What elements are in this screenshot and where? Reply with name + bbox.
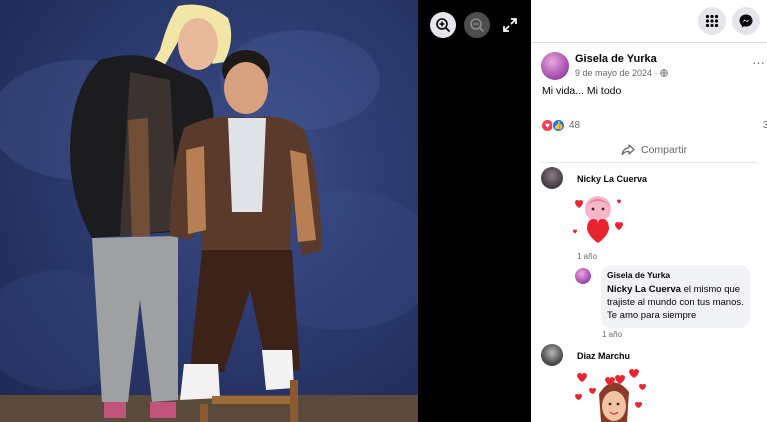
facebook-photo-viewer: Gisela de Yurka 9 de mayo de 2024 · ··· … <box>0 0 767 422</box>
messenger-icon <box>739 14 753 28</box>
actions-divider <box>541 162 757 163</box>
post-photo[interactable] <box>0 0 418 422</box>
action-row: Compartir <box>531 141 767 159</box>
avatar[interactable] <box>541 52 569 80</box>
reactions-bar[interactable]: ♥ 👍 48 3 <box>541 119 767 135</box>
post-date[interactable]: 9 de mayo de 2024 · <box>575 68 668 78</box>
share-label: Compartir <box>641 144 688 156</box>
grid-menu-icon <box>705 14 719 28</box>
zoom-in-button[interactable] <box>430 12 456 38</box>
messenger-button[interactable] <box>732 7 760 35</box>
post-caption: Mi vida... Mi todo <box>542 85 622 97</box>
comment-author[interactable]: Nicky La Cuerva <box>577 174 647 184</box>
expand-icon <box>503 18 517 32</box>
photo-illustration <box>0 4 418 422</box>
top-divider <box>531 42 767 43</box>
menu-button[interactable] <box>698 7 726 35</box>
comments-count[interactable]: 3 <box>763 120 767 131</box>
post-header: Gisela de Yurka 9 de mayo de 2024 · <box>541 52 761 82</box>
comment-time[interactable]: 1 año <box>577 252 597 261</box>
top-bar <box>531 0 767 42</box>
reactions-count[interactable]: 48 <box>569 120 580 131</box>
post-author[interactable]: Gisela de Yurka <box>575 53 657 65</box>
mention-link[interactable]: Nicky La Cuerva <box>607 284 681 295</box>
reply-author[interactable]: Gisela de Yurka <box>607 270 670 280</box>
photo-viewer <box>0 0 531 422</box>
globe-icon <box>660 68 668 78</box>
comment-author[interactable]: Diaz Marchu <box>577 351 630 361</box>
hearts-face-sticker <box>569 364 653 422</box>
reply-comment: Gisela de Yurka Nicky La Cuerva el mismo… <box>601 265 750 328</box>
avatar[interactable] <box>575 268 591 284</box>
reply-time[interactable]: 1 año <box>602 330 622 339</box>
more-options-icon[interactable]: ··· <box>752 55 765 70</box>
share-icon <box>621 144 635 156</box>
heart-sticker <box>569 189 627 247</box>
avatar[interactable] <box>541 167 563 189</box>
avatar[interactable] <box>541 344 563 366</box>
share-button[interactable]: Compartir <box>621 142 687 158</box>
zoom-in-icon <box>436 18 451 33</box>
zoom-out-button[interactable] <box>464 12 490 38</box>
zoom-out-icon <box>470 18 485 33</box>
reply-text: Nicky La Cuerva el mismo que trajiste al… <box>607 283 747 322</box>
like-reaction-icon: 👍 <box>552 119 565 132</box>
post-date-text[interactable]: 9 de mayo de 2024 · <box>575 68 660 78</box>
post-details-panel: Gisela de Yurka 9 de mayo de 2024 · ··· … <box>531 0 767 422</box>
fullscreen-button[interactable] <box>497 12 523 38</box>
